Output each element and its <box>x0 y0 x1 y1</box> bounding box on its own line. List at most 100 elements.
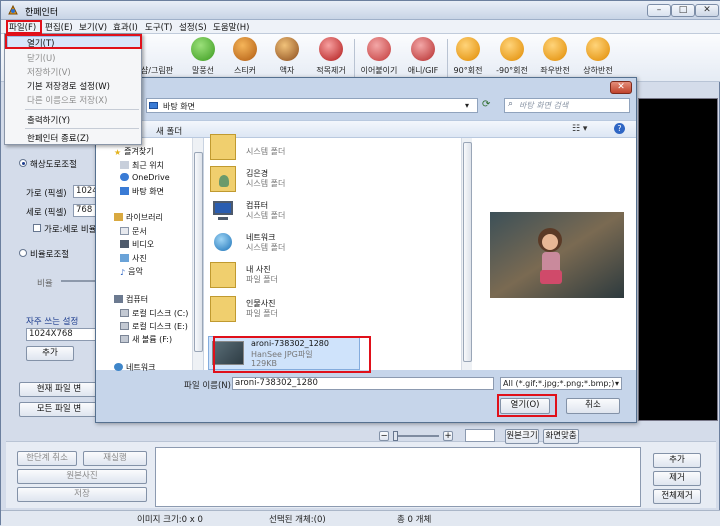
zoom-slider[interactable] <box>393 435 439 437</box>
maximize-button[interactable]: □ <box>671 4 695 17</box>
keep-ratio-checkbox[interactable] <box>33 224 41 232</box>
tool-merge[interactable]: 이어붙이기 <box>355 37 403 81</box>
ratio-slider[interactable] <box>61 280 97 282</box>
preset-input[interactable]: 1024X768 <box>26 328 98 341</box>
list-remove-all-button[interactable]: 전체제거 <box>653 489 701 504</box>
minimize-button[interactable]: – <box>647 4 671 17</box>
zoom-in-button[interactable]: + <box>443 431 453 441</box>
network-icon <box>114 363 123 371</box>
nav-favorites[interactable]: ★ 즐겨찾기 <box>114 146 154 157</box>
window-title: 한페인터 <box>25 8 59 18</box>
width-input[interactable]: 1024 <box>73 185 98 198</box>
menu-item-close[interactable]: 닫기(U) <box>27 52 56 64</box>
menu-item-print[interactable]: 출력하기(Y) <box>27 114 70 126</box>
file-item[interactable]: 인물사진 파일 폴더 <box>204 294 354 326</box>
redo-button[interactable]: 재실행 <box>83 451 147 466</box>
fit-screen-button[interactable]: 화면맞춤 <box>543 429 579 444</box>
preset-add-button[interactable]: 추가 <box>26 346 74 361</box>
undo-button[interactable]: 한단계 취소 <box>17 451 77 466</box>
highlight-file-menu <box>6 20 42 34</box>
menu-settings[interactable]: 설정(S) <box>179 21 207 33</box>
height-input[interactable]: 768 <box>73 204 97 217</box>
help-icon[interactable]: ? <box>614 123 625 134</box>
search-icon: ⌕ <box>508 99 514 109</box>
resize-radio[interactable] <box>19 159 27 167</box>
preset-label: 자주 쓰는 설정 <box>26 317 79 327</box>
tool-gif[interactable]: 애니/GIF <box>399 37 447 81</box>
search-input[interactable]: 바탕 화면 검색 <box>504 98 630 113</box>
tool-rotate-90[interactable]: 90°회전 <box>444 37 492 81</box>
file-item[interactable]: 컴퓨터 시스템 폴더 <box>204 196 354 228</box>
redeye-icon <box>319 37 343 61</box>
nav-documents[interactable]: 문서 <box>120 226 147 237</box>
zoom-out-button[interactable]: − <box>379 431 389 441</box>
zoom-slider-thumb[interactable] <box>393 431 398 441</box>
zoom-value-input[interactable] <box>465 429 495 442</box>
tool-sticker[interactable]: 스티커 <box>221 37 269 81</box>
menu-item-save[interactable]: 저장하기(V) <box>27 66 71 78</box>
tool-rotate-minus-90[interactable]: -90°회전 <box>488 37 536 81</box>
menu-bar: 파일(F) 편집(E) 보기(V) 효과(I) 도구(T) 설정(S) 도움말(… <box>1 20 720 34</box>
original-size-button[interactable]: 원본크기 <box>505 429 539 444</box>
file-item[interactable]: 내 사진 파일 폴더 <box>204 260 354 292</box>
dialog-preview <box>472 138 636 370</box>
computer-icon <box>114 295 123 303</box>
tool-flip-horizontal[interactable]: 좌우반전 <box>531 37 579 81</box>
original-photo-button[interactable]: 원본사진 <box>17 469 147 484</box>
nav-drive-f[interactable]: 새 볼륨 (F:) <box>120 334 172 345</box>
nav-computer[interactable]: 컴퓨터 <box>114 294 148 305</box>
menu-tools[interactable]: 도구(T) <box>145 21 172 33</box>
nav-pictures[interactable]: 사진 <box>120 253 147 264</box>
file-scroll-thumb[interactable] <box>463 142 472 362</box>
convert-all-button[interactable]: 모든 파일 변 <box>19 402 99 417</box>
nav-recent[interactable]: 최근 위치 <box>120 160 164 171</box>
nav-libraries[interactable]: 라이브러리 <box>114 212 163 223</box>
dialog-close-button[interactable]: ✕ <box>610 81 632 94</box>
file-item[interactable]: 김은경 시스템 폴더 <box>204 164 354 196</box>
nav-scrollbar[interactable] <box>192 138 203 370</box>
nav-drive-c[interactable]: 로컬 디스크 (C:) <box>120 308 188 319</box>
keep-ratio-label: 가로:세로 비율 <box>44 225 97 235</box>
file-type-select[interactable]: All (*.gif;*.jpg;*.png;*.bmp;) ▾ <box>500 377 622 390</box>
status-image-size: 이미지 크기:0 x 0 <box>137 515 203 525</box>
file-item[interactable]: 네트워크 시스템 폴더 <box>204 228 354 260</box>
menu-view[interactable]: 보기(V) <box>79 21 107 33</box>
file-list-scrollbar[interactable] <box>461 138 472 370</box>
app-icon <box>8 4 18 15</box>
flip-vertical-icon <box>586 37 610 61</box>
ratio-radio[interactable] <box>19 249 27 257</box>
address-dropdown-icon[interactable]: ▾ <box>465 101 469 110</box>
address-bar[interactable]: 바탕 화면 ▾ <box>146 98 478 113</box>
menu-edit[interactable]: 편집(E) <box>45 21 73 33</box>
list-add-button[interactable]: 추가 <box>653 453 701 468</box>
nav-drive-e[interactable]: 로컬 디스크 (E:) <box>120 321 188 332</box>
nav-music[interactable]: ♪ 음악 <box>120 266 143 277</box>
save-button[interactable]: 저장 <box>17 487 147 502</box>
tool-speech-bubble[interactable]: 말풍선 <box>179 37 227 81</box>
rotate-cw-icon <box>456 37 480 61</box>
new-folder-button[interactable]: 새 폴더 <box>156 125 182 137</box>
nav-desktop[interactable]: 바탕 화면 <box>120 186 164 197</box>
tool-flip-vertical[interactable]: 상하반전 <box>574 37 622 81</box>
tool-redeye[interactable]: 적목제거 <box>307 37 355 81</box>
menu-help[interactable]: 도움말(H) <box>213 21 249 33</box>
sticker-icon <box>233 37 257 61</box>
nav-network[interactable]: 네트워크 <box>114 362 155 373</box>
menu-item-exit[interactable]: 한페인터 종료(Z) <box>27 132 89 144</box>
menu-item-default-path[interactable]: 기본 저장경로 설정(W) <box>27 80 110 92</box>
nav-videos[interactable]: 비디오 <box>120 239 154 250</box>
nav-onedrive[interactable]: OneDrive <box>120 173 170 182</box>
close-button[interactable]: ✕ <box>695 4 719 17</box>
refresh-icon[interactable]: ⟳ <box>482 99 490 110</box>
convert-current-button[interactable]: 현재 파일 변 <box>19 382 99 397</box>
menu-item-save-as[interactable]: 다른 이름으로 저장(X) <box>27 94 107 106</box>
filename-input[interactable]: aroni-738302_1280 <box>232 377 494 390</box>
list-remove-button[interactable]: 제거 <box>653 471 701 486</box>
menu-effect[interactable]: 효과(I) <box>113 21 138 33</box>
thumbnail-list[interactable] <box>155 447 641 507</box>
tool-frame[interactable]: 액자 <box>263 37 311 81</box>
nav-scroll-thumb[interactable] <box>194 152 203 352</box>
file-item[interactable]: 시스템 폴더 <box>204 132 354 164</box>
view-options-icon[interactable]: ☷ ▾ <box>572 124 587 134</box>
cancel-button[interactable]: 취소 <box>566 398 620 414</box>
